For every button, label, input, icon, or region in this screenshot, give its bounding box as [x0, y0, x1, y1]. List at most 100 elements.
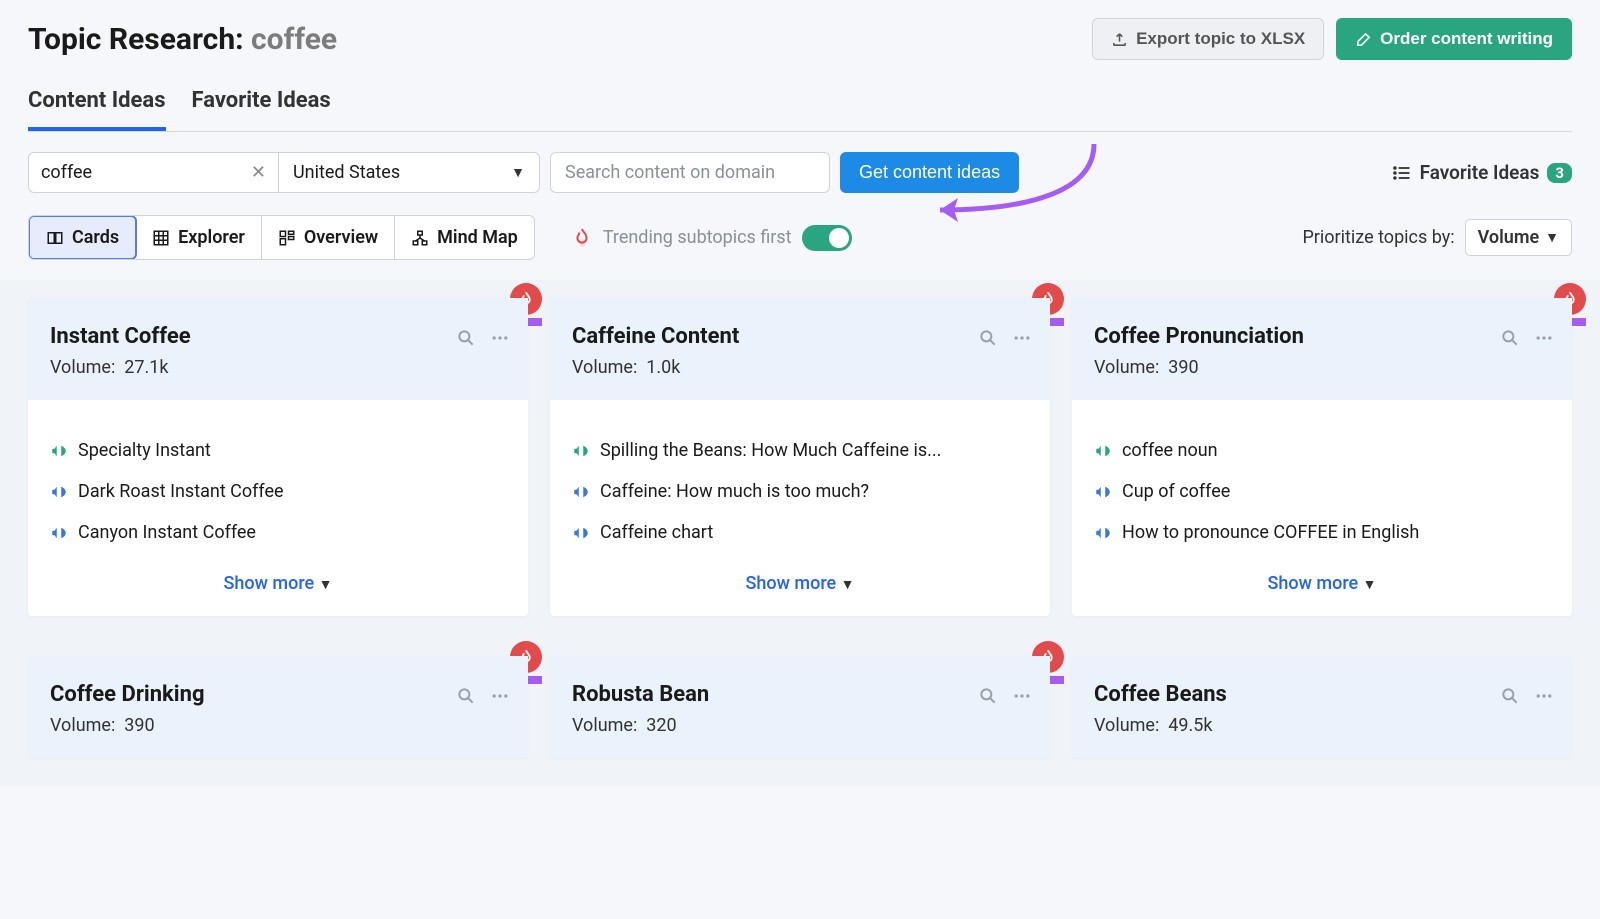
topic-card[interactable]: Coffee Pronunciation Volume: 390 coffee no… — [1072, 298, 1572, 616]
cards-grid: Instant Coffee Volume: 27.1k Specialty Ins… — [0, 280, 1600, 786]
megaphone-icon — [1094, 483, 1112, 506]
idea-row[interactable]: Specialty Instant — [50, 440, 506, 465]
upload-icon — [1111, 31, 1128, 48]
idea-row[interactable]: Dark Roast Instant Coffee — [50, 481, 506, 506]
megaphone-icon — [572, 483, 590, 506]
trending-toggle-group: Trending subtopics first — [571, 225, 852, 251]
card-search-icon[interactable] — [978, 686, 998, 711]
list-icon — [1392, 163, 1412, 183]
card-header: Coffee Pronunciation Volume: 390 — [1072, 298, 1572, 400]
favorite-ideas-link[interactable]: Favorite Ideas 3 — [1392, 161, 1572, 184]
topic-card[interactable]: Coffee Beans Volume: 49.5k — [1072, 656, 1572, 758]
megaphone-icon — [572, 524, 590, 547]
controls-row-1: coffee ✕ United States ▼ Search content … — [28, 132, 1572, 203]
show-more-link[interactable]: Show more ▼ — [745, 573, 854, 594]
card-title: Robusta Bean — [572, 682, 1028, 707]
card-more-icon[interactable] — [1534, 328, 1554, 353]
idea-text: How to pronounce COFFEE in English — [1122, 522, 1419, 543]
page-title-term: coffee — [251, 22, 337, 57]
card-volume: Volume: 390 — [1094, 357, 1550, 378]
card-volume: Volume: 320 — [572, 715, 1028, 736]
idea-text: Canyon Instant Coffee — [78, 522, 256, 543]
megaphone-icon — [1094, 442, 1112, 465]
topic-card[interactable]: Coffee DrinkingVolume: 390 — [28, 656, 528, 758]
idea-row[interactable]: Canyon Instant Coffee — [50, 522, 506, 547]
export-button[interactable]: Export topic to XLSX — [1092, 18, 1324, 60]
idea-row[interactable]: Spilling the Beans: How Much Caffeine is… — [572, 440, 1028, 465]
card-header: Caffeine Content Volume: 1.0k — [550, 298, 1050, 400]
idea-text: Spilling the Beans: How Much Caffeine is… — [600, 440, 941, 461]
chevron-down-icon: ▼ — [1545, 229, 1559, 246]
main-tabs: Content Ideas Favorite Ideas — [28, 88, 1572, 132]
card-more-icon[interactable] — [1012, 686, 1032, 711]
idea-text: Cup of coffee — [1122, 481, 1230, 502]
card-title: Instant Coffee — [50, 324, 506, 349]
card-header: Robusta Bean Volume: 320 — [550, 656, 1050, 758]
card-search-icon[interactable] — [1500, 328, 1520, 353]
cards-icon — [46, 229, 64, 247]
idea-row[interactable]: Cup of coffee — [1094, 481, 1550, 506]
tab-favorite-ideas[interactable]: Favorite Ideas — [192, 88, 331, 131]
idea-row[interactable]: Caffeine chart — [572, 522, 1028, 547]
grid-icon — [152, 229, 170, 247]
get-content-ideas-button[interactable]: Get content ideas — [840, 152, 1019, 193]
topic-card[interactable]: Robusta Bean Volume: 320 — [550, 656, 1050, 758]
edit-icon — [1355, 31, 1372, 48]
page-title: Topic Research: coffee — [28, 22, 337, 57]
page-title-prefix: Topic Research: — [28, 22, 244, 57]
flame-icon — [571, 227, 593, 249]
megaphone-icon — [50, 442, 68, 465]
idea-row[interactable]: Caffeine: How much is too much? — [572, 481, 1028, 506]
show-more-link[interactable]: Show more ▼ — [223, 573, 332, 594]
card-header: Coffee DrinkingVolume: 390 — [28, 656, 528, 758]
card-title: Coffee Beans — [1094, 682, 1550, 707]
country-select[interactable]: United States ▼ — [279, 153, 539, 192]
topic-input[interactable]: coffee ✕ — [29, 153, 279, 192]
clear-topic-icon[interactable]: ✕ — [251, 162, 266, 183]
card-search-icon[interactable] — [978, 328, 998, 353]
idea-text: Caffeine: How much is too much? — [600, 481, 869, 502]
card-volume: Volume: 27.1k — [50, 357, 506, 378]
view-tab-overview[interactable]: Overview — [262, 216, 395, 259]
idea-text: Dark Roast Instant Coffee — [78, 481, 284, 502]
megaphone-icon — [1094, 524, 1112, 547]
trending-toggle[interactable] — [802, 225, 852, 251]
card-more-icon[interactable] — [1012, 328, 1032, 353]
controls-row-2: Cards Explorer Overview Mind Map Trendin… — [28, 203, 1572, 280]
card-volume: Volume: 49.5k — [1094, 715, 1550, 736]
tab-content-ideas[interactable]: Content Ideas — [28, 88, 166, 131]
topic-card[interactable]: Instant Coffee Volume: 27.1k Specialty Ins… — [28, 298, 528, 616]
topic-country-group: coffee ✕ United States ▼ — [28, 152, 540, 193]
megaphone-icon — [572, 442, 590, 465]
domain-search-input[interactable]: Search content on domain — [550, 152, 830, 193]
idea-text: Caffeine chart — [600, 522, 713, 543]
mindmap-icon — [411, 229, 429, 247]
prioritize-group: Prioritize topics by: Volume ▼ — [1302, 219, 1572, 256]
view-tab-mindmap[interactable]: Mind Map — [395, 216, 534, 259]
order-content-button[interactable]: Order content writing — [1336, 18, 1572, 60]
prioritize-select[interactable]: Volume ▼ — [1465, 219, 1572, 256]
overview-icon — [278, 229, 296, 247]
card-title: Coffee Pronunciation — [1094, 324, 1550, 349]
card-title: Coffee Drinking — [50, 682, 506, 707]
card-volume: Volume: 1.0k — [572, 357, 1028, 378]
favorite-count-badge: 3 — [1547, 163, 1572, 183]
idea-text: Specialty Instant — [78, 440, 211, 461]
megaphone-icon — [50, 524, 68, 547]
view-tab-explorer[interactable]: Explorer — [136, 216, 262, 259]
card-search-icon[interactable] — [456, 686, 476, 711]
megaphone-icon — [50, 483, 68, 506]
view-tab-cards[interactable]: Cards — [28, 215, 137, 260]
card-search-icon[interactable] — [456, 328, 476, 353]
idea-text: coffee noun — [1122, 440, 1218, 461]
card-title: Caffeine Content — [572, 324, 1028, 349]
view-tabs: Cards Explorer Overview Mind Map — [28, 215, 535, 260]
card-more-icon[interactable] — [1534, 686, 1554, 711]
idea-row[interactable]: coffee noun — [1094, 440, 1550, 465]
card-search-icon[interactable] — [1500, 686, 1520, 711]
topic-card[interactable]: Caffeine Content Volume: 1.0k Spilling the… — [550, 298, 1050, 616]
card-more-icon[interactable] — [490, 686, 510, 711]
show-more-link[interactable]: Show more ▼ — [1267, 573, 1376, 594]
card-more-icon[interactable] — [490, 328, 510, 353]
idea-row[interactable]: How to pronounce COFFEE in English — [1094, 522, 1550, 547]
